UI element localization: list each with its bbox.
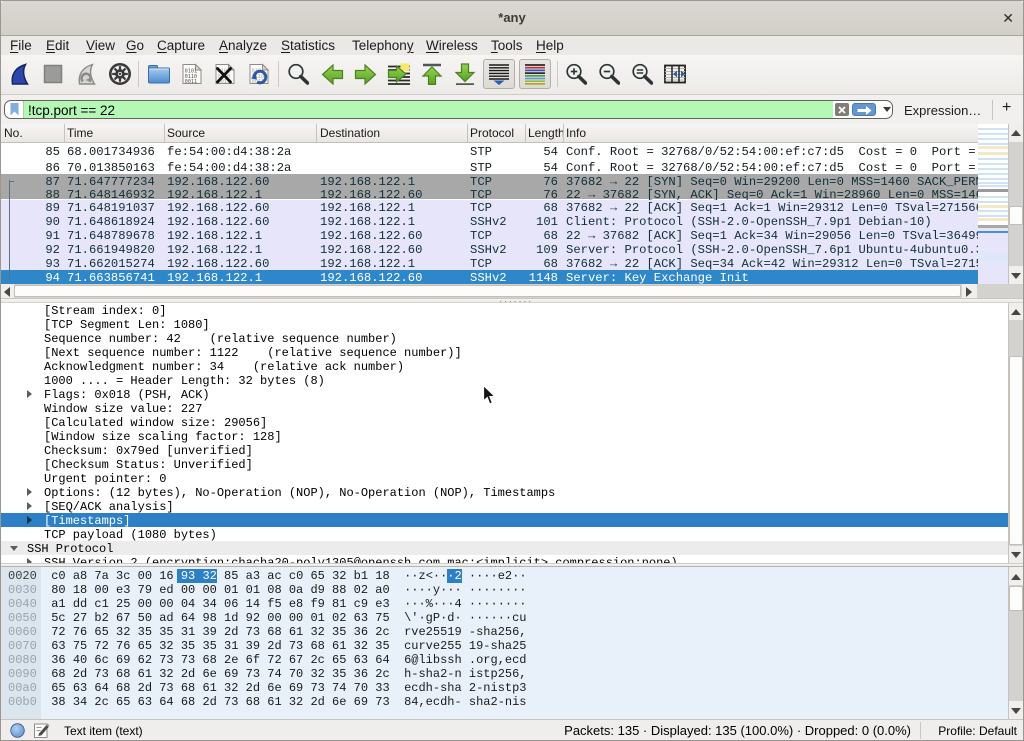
svg-text:0011: 0011	[185, 79, 198, 85]
